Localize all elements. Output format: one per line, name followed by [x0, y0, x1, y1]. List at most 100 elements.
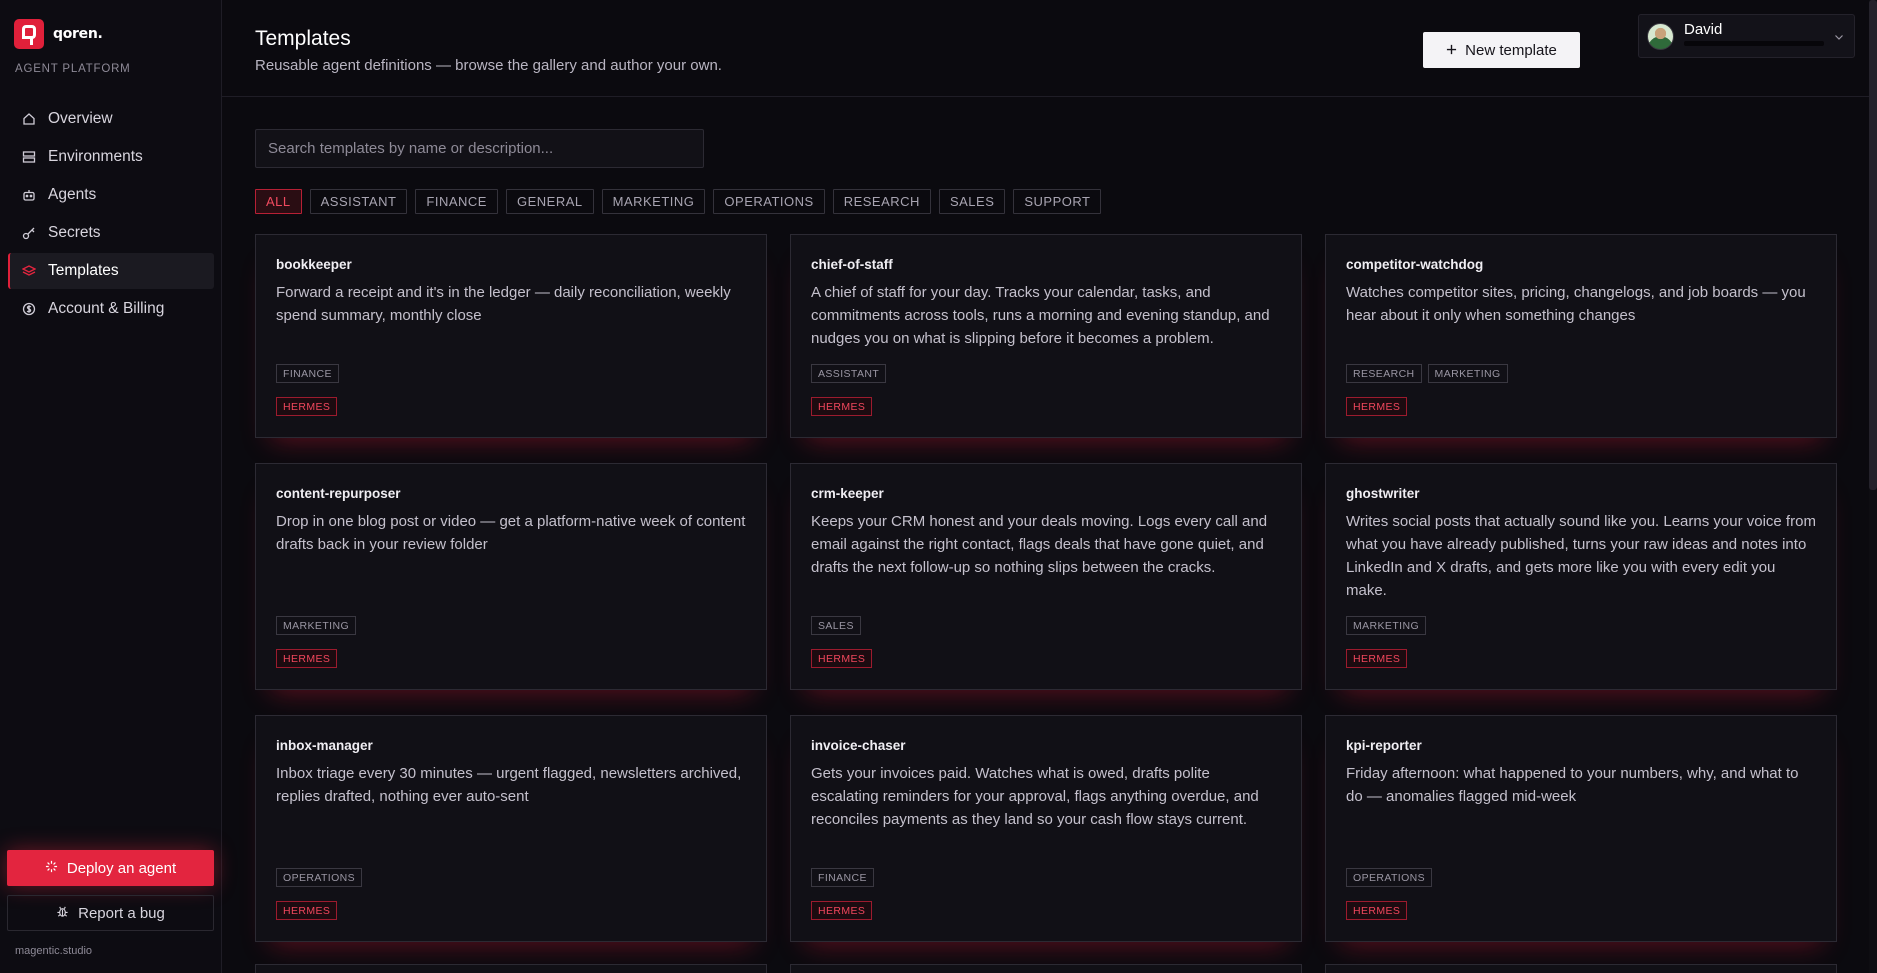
sidebar-item-label: Environments [48, 148, 143, 165]
template-card-inbox-manager[interactable]: inbox-manager Inbox triage every 30 minu… [255, 715, 767, 942]
category-tag: OPERATIONS [276, 868, 363, 887]
sidebar-item-label: Agents [48, 186, 97, 203]
template-name: inbox-manager [276, 738, 373, 753]
sidebar-item-label: Secrets [48, 224, 101, 241]
template-card-partial[interactable] [790, 964, 1302, 973]
plus-icon [1446, 42, 1457, 59]
template-description: Inbox triage every 30 minutes — urgent f… [276, 765, 742, 805]
category-tag: RESEARCH [1346, 364, 1422, 383]
sidebar: qoren. AGENT PLATFORM Overview Environme… [0, 0, 222, 973]
engine-badge: HERMES [1346, 649, 1408, 668]
template-card-chief-of-staff[interactable]: chief-of-staff A chief of staff for your… [790, 234, 1302, 438]
scrollbar-thumb[interactable] [1869, 0, 1877, 490]
category-tag: OPERATIONS [1346, 868, 1433, 887]
template-tags: SALES [811, 616, 861, 635]
bot-icon [22, 188, 36, 202]
dollar-icon [22, 302, 36, 316]
template-tags: MARKETING [1346, 616, 1427, 635]
engine-badge: HERMES [276, 397, 338, 416]
sidebar-item-label: Templates [48, 262, 119, 279]
redacted-email [1684, 41, 1824, 46]
app-window: qoren. AGENT PLATFORM Overview Environme… [0, 0, 1877, 973]
template-card-competitor-watchdog[interactable]: competitor-watchdog Watches competitor s… [1325, 234, 1837, 438]
filter-chip-support[interactable]: SUPPORT [1013, 189, 1102, 214]
template-name: chief-of-staff [811, 257, 893, 272]
template-tags: OPERATIONS [276, 868, 363, 887]
sidebar-item-account-billing[interactable]: Account & Billing [8, 291, 214, 327]
new-template-button[interactable]: New template [1423, 32, 1580, 68]
template-name: bookkeeper [276, 257, 352, 272]
template-card-bookkeeper[interactable]: bookkeeper Forward a receipt and it's in… [255, 234, 767, 438]
layers-icon [22, 264, 36, 278]
template-card-content-repurposer[interactable]: content-repurposer Drop in one blog post… [255, 463, 767, 690]
sidebar-item-secrets[interactable]: Secrets [8, 215, 214, 251]
template-tags: FINANCE [811, 868, 874, 887]
engine-badge: HERMES [811, 901, 873, 920]
filter-chip-operations[interactable]: OPERATIONS [713, 189, 825, 214]
sidebar-item-agents[interactable]: Agents [8, 177, 214, 213]
filter-chip-assistant[interactable]: ASSISTANT [309, 189, 408, 214]
key-icon [22, 226, 36, 240]
platform-label: AGENT PLATFORM [15, 63, 131, 75]
filter-chip-marketing[interactable]: MARKETING [601, 189, 706, 214]
qoren-logo-icon [14, 19, 44, 49]
template-card-partial[interactable] [1325, 964, 1837, 973]
sidebar-item-overview[interactable]: Overview [8, 101, 214, 137]
engine-badge: HERMES [811, 649, 873, 668]
avatar [1647, 22, 1674, 50]
page-header: Templates Reusable agent definitions — b… [222, 0, 1877, 97]
template-name: invoice-chaser [811, 738, 906, 753]
vertical-scrollbar[interactable] [1869, 0, 1877, 973]
home-icon [22, 112, 36, 126]
category-filters: ALL ASSISTANT FINANCE GENERAL MARKETING … [255, 189, 1102, 214]
filter-chip-all[interactable]: ALL [255, 189, 302, 214]
filter-chip-finance[interactable]: FINANCE [415, 189, 498, 214]
template-tags: ASSISTANT [811, 364, 887, 383]
report-bug-button[interactable]: Report a bug [7, 895, 214, 931]
template-name: ghostwriter [1346, 486, 1420, 501]
sidebar-item-templates[interactable]: Templates [8, 253, 214, 289]
footer-domain: magentic.studio [15, 945, 93, 957]
template-name: kpi-reporter [1346, 738, 1422, 753]
templates-grid: bookkeeper Forward a receipt and it's in… [255, 234, 1837, 942]
template-name: content-repurposer [276, 486, 401, 501]
filter-chip-sales[interactable]: SALES [938, 189, 1006, 214]
brand-name: qoren. [53, 26, 103, 42]
main-content: Templates Reusable agent definitions — b… [222, 0, 1877, 973]
engine-badge: HERMES [811, 397, 873, 416]
engine-badge: HERMES [1346, 397, 1408, 416]
template-card-ghostwriter[interactable]: ghostwriter Writes social posts that act… [1325, 463, 1837, 690]
filter-chip-research[interactable]: RESEARCH [832, 189, 931, 214]
search-input[interactable] [255, 129, 704, 168]
template-description: A chief of staff for your day. Tracks yo… [811, 284, 1270, 347]
filter-chip-general[interactable]: GENERAL [505, 189, 594, 214]
engine-badge: HERMES [1346, 901, 1408, 920]
brand[interactable]: qoren. [14, 19, 103, 49]
template-description: Watches competitor sites, pricing, chang… [1346, 284, 1806, 324]
sidebar-item-environments[interactable]: Environments [8, 139, 214, 175]
template-name: crm-keeper [811, 486, 884, 501]
user-menu[interactable]: David [1638, 14, 1855, 58]
template-description: Gets your invoices paid. Watches what is… [811, 765, 1259, 828]
deploy-agent-button[interactable]: Deploy an agent [7, 850, 214, 886]
template-name: competitor-watchdog [1346, 257, 1484, 272]
template-card-partial[interactable] [255, 964, 767, 973]
template-tags: RESEARCH MARKETING [1346, 364, 1508, 383]
engine-badge: HERMES [276, 901, 338, 920]
new-template-label: New template [1465, 41, 1557, 59]
template-description: Keeps your CRM honest and your deals mov… [811, 513, 1268, 576]
category-tag: FINANCE [276, 364, 339, 383]
sidebar-item-label: Overview [48, 110, 113, 127]
category-tag: SALES [811, 616, 861, 635]
category-tag: MARKETING [1427, 364, 1508, 383]
deploy-agent-label: Deploy an agent [66, 859, 177, 877]
page-title: Templates [255, 27, 351, 50]
template-description: Writes social posts that actually sound … [1346, 513, 1816, 599]
server-icon [22, 150, 36, 164]
chevron-down-icon [1834, 29, 1844, 40]
report-bug-label: Report a bug [78, 904, 165, 922]
page-subtitle: Reusable agent definitions — browse the … [255, 57, 722, 74]
template-card-invoice-chaser[interactable]: invoice-chaser Gets your invoices paid. … [790, 715, 1302, 942]
template-card-kpi-reporter[interactable]: kpi-reporter Friday afternoon: what happ… [1325, 715, 1837, 942]
template-card-crm-keeper[interactable]: crm-keeper Keeps your CRM honest and you… [790, 463, 1302, 690]
